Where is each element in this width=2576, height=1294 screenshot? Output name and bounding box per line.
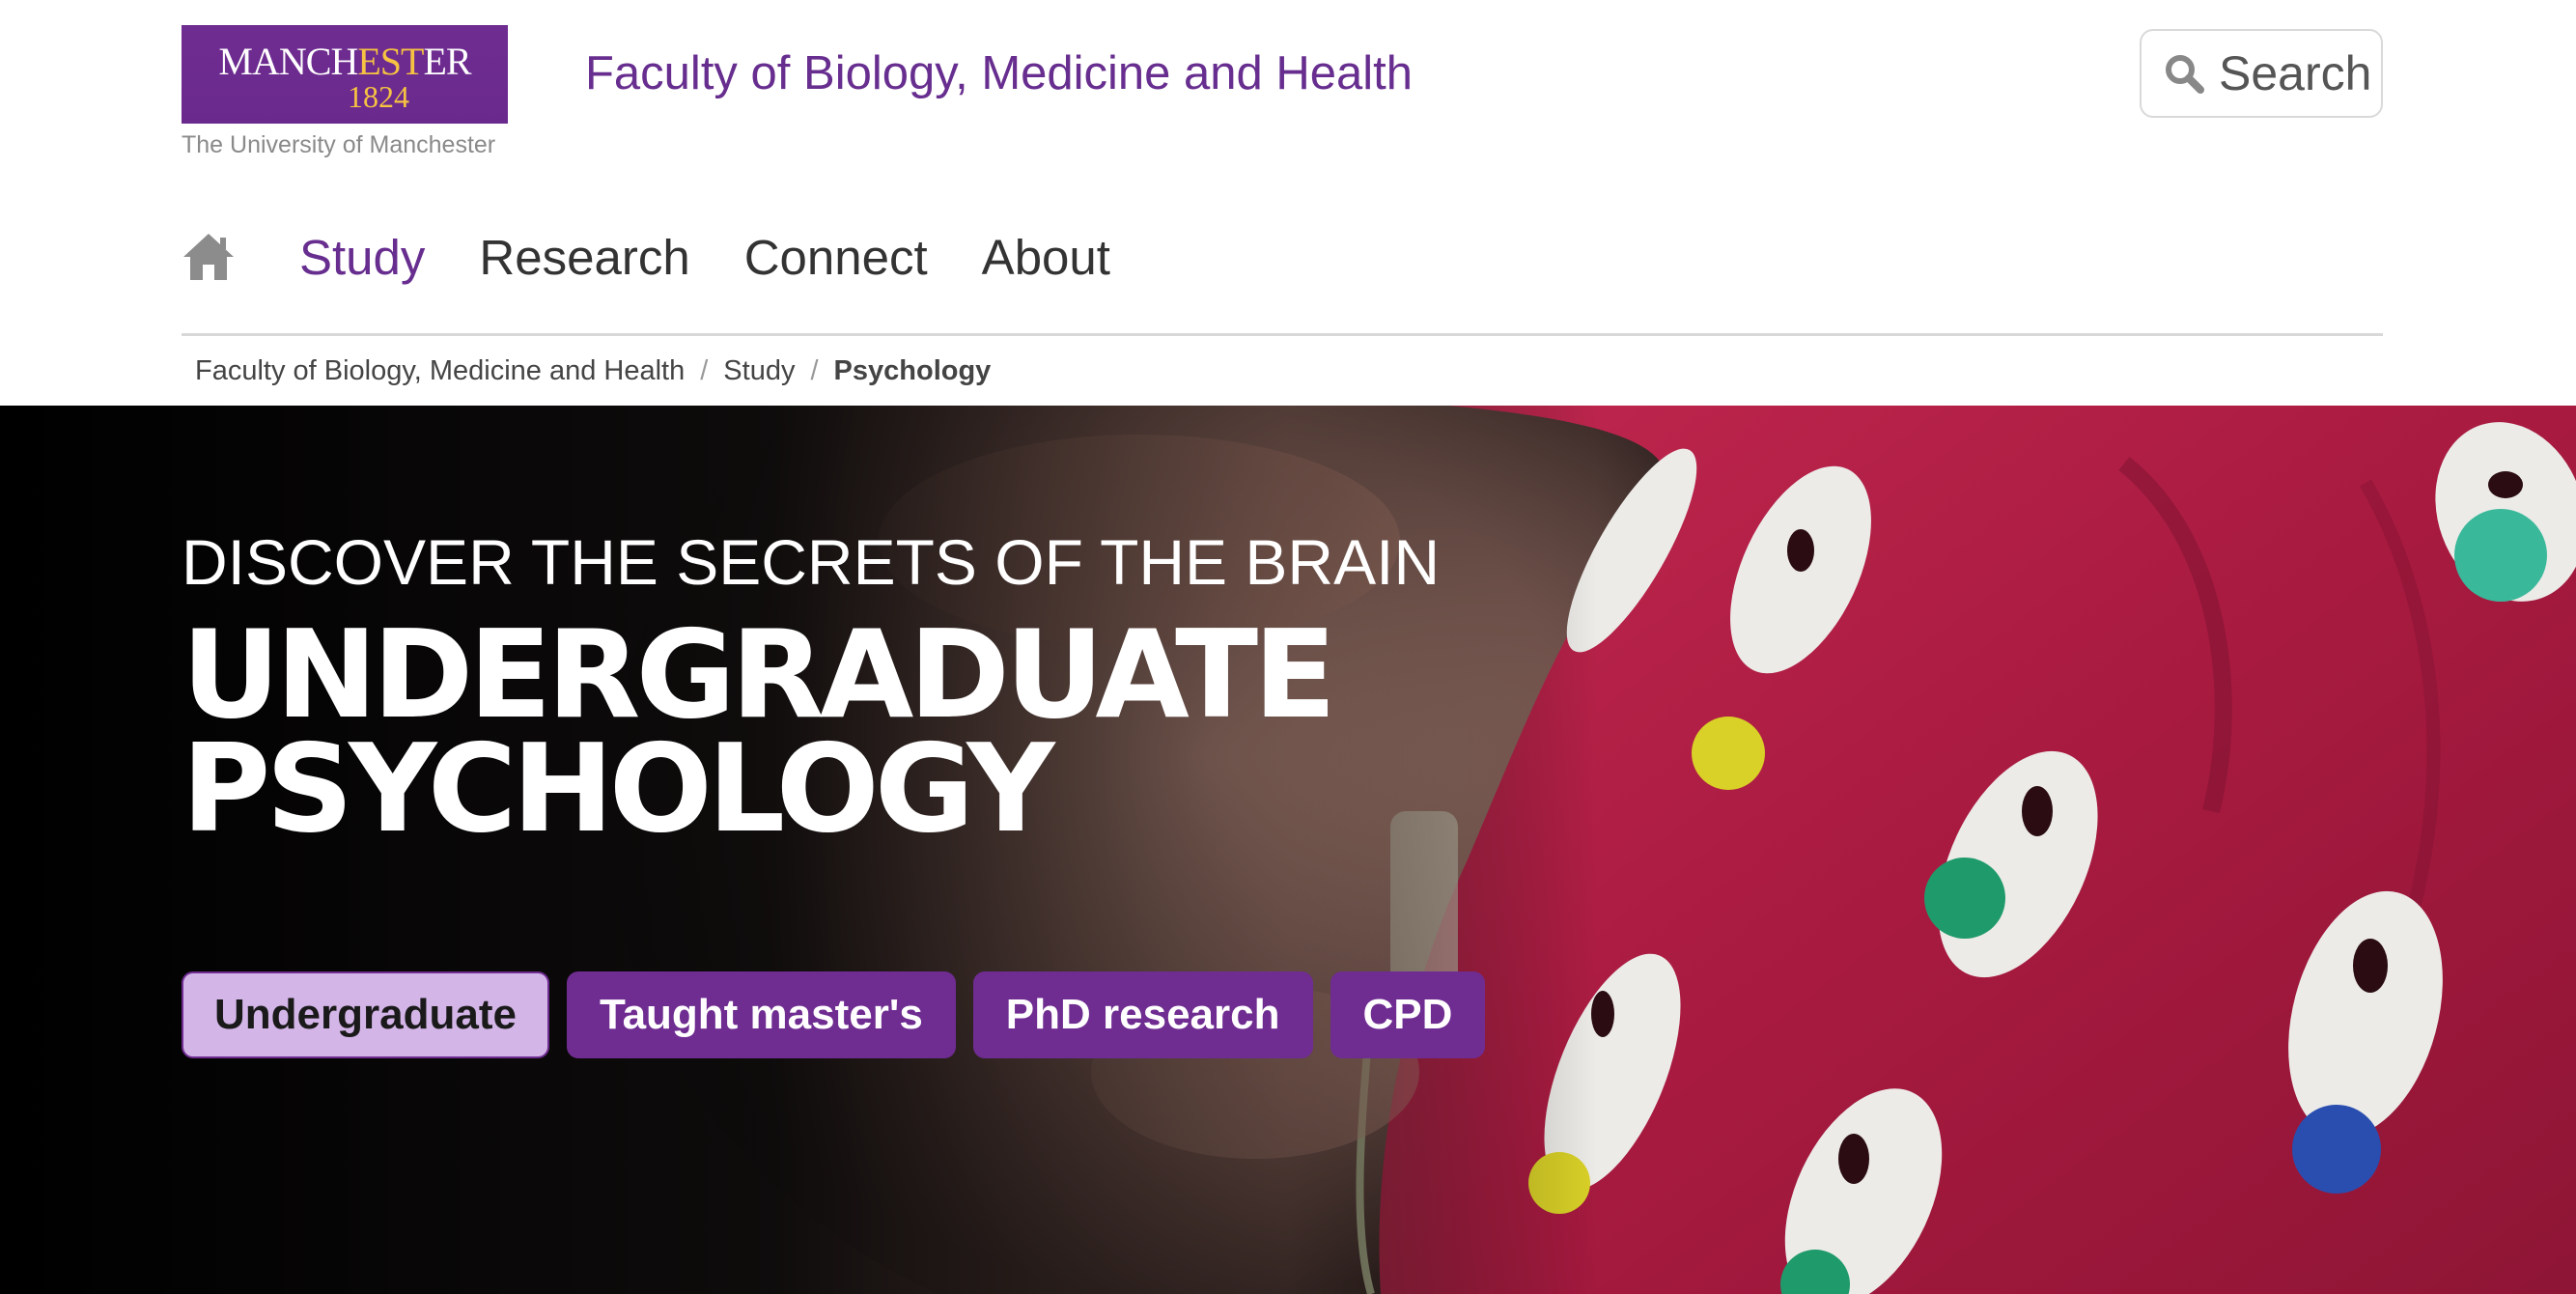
search-icon	[2163, 52, 2205, 95]
taught-masters-button[interactable]: Taught master's	[566, 971, 956, 1058]
nav-divider	[182, 333, 2383, 336]
search-label: Search	[2219, 46, 2372, 100]
nav-item-study[interactable]: Study	[299, 229, 425, 286]
logo-box: MANCHESTER 1824	[182, 25, 508, 124]
hero-kicker: DISCOVER THE SECRETS OF THE BRAIN	[182, 526, 1441, 598]
home-icon[interactable]	[182, 230, 236, 284]
hero-title: UNDERGRADUATE PSYCHOLOGY	[182, 604, 1440, 859]
breadcrumb-current: Psychology	[833, 355, 992, 386]
nav-item-about[interactable]: About	[982, 229, 1110, 286]
breadcrumb: Faculty of Biology, Medicine and Health …	[195, 355, 991, 387]
breadcrumb-separator: /	[810, 355, 819, 386]
university-logo[interactable]: MANCHESTER 1824 The University of Manche…	[182, 25, 508, 160]
breadcrumb-link-faculty[interactable]: Faculty of Biology, Medicine and Health	[195, 355, 685, 387]
study-level-buttons: Undergraduate Taught master's PhD resear…	[182, 971, 1502, 1058]
cpd-button[interactable]: CPD	[1330, 971, 1486, 1058]
hero-title-line1: UNDERGRADUATE	[182, 604, 1336, 745]
main-nav: Study Research Connect About	[182, 218, 1164, 295]
undergraduate-button[interactable]: Undergraduate	[182, 971, 549, 1058]
faculty-title-link[interactable]: Faculty of Biology, Medicine and Health	[585, 46, 1413, 100]
logo-wordmark: MANCHESTER	[218, 40, 471, 83]
logo-subtitle: The University of Manchester	[182, 131, 496, 158]
logo-year: 1824	[348, 79, 409, 114]
search-button[interactable]: Search	[2140, 29, 2383, 118]
hero-title-line2: PSYCHOLOGY	[182, 717, 1055, 859]
phd-research-button[interactable]: PhD research	[972, 971, 1313, 1058]
hero-text: DISCOVER THE SECRETS OF THE BRAIN UNDERG…	[182, 525, 1441, 859]
nav-item-connect[interactable]: Connect	[744, 229, 928, 286]
nav-item-research[interactable]: Research	[479, 229, 689, 286]
breadcrumb-separator: /	[700, 355, 709, 386]
breadcrumb-link-study[interactable]: Study	[723, 355, 795, 387]
hero-banner: DISCOVER THE SECRETS OF THE BRAIN UNDERG…	[0, 406, 2576, 1294]
site-header: MANCHESTER 1824 The University of Manche…	[0, 0, 2576, 406]
